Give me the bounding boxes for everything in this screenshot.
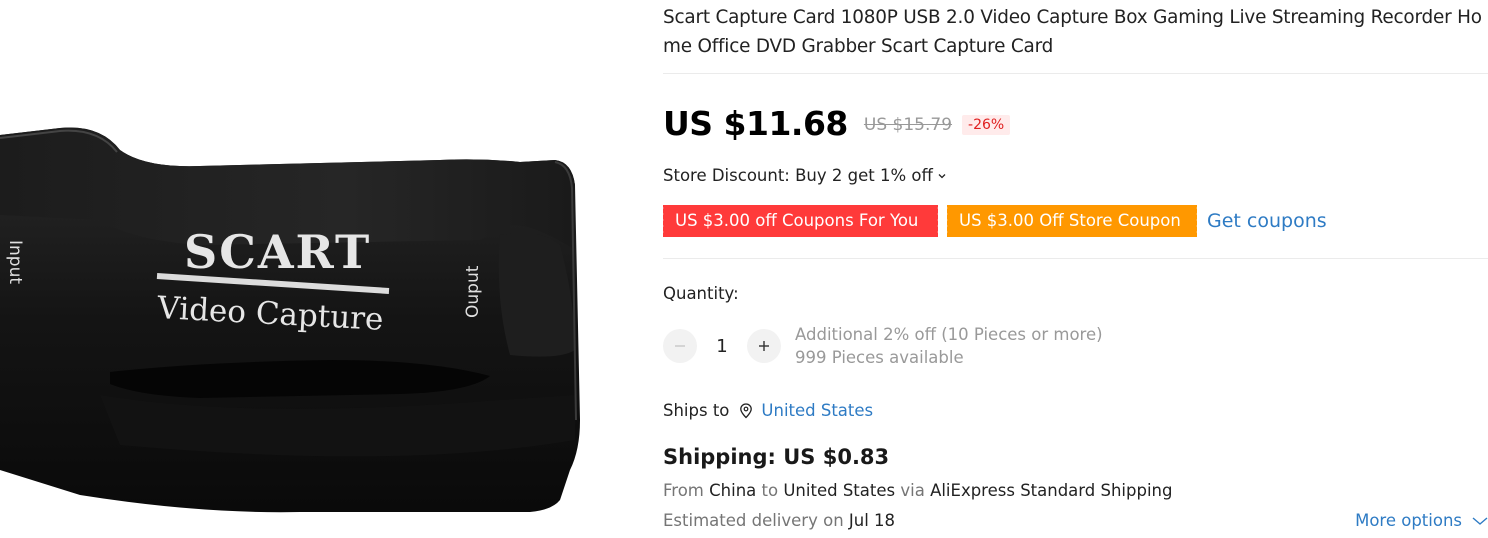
more-options-chevron-icon (1472, 516, 1488, 525)
product-image[interactable]: SCART Video Capture Input Ouput (0, 0, 640, 538)
divider (663, 258, 1488, 259)
store-discount-dropdown[interactable]: Store Discount: Buy 2 get 1% off (663, 166, 947, 185)
more-options-button[interactable]: More options (1355, 511, 1488, 530)
product-info-panel: Scart Capture Card 1080P USB 2.0 Video C… (661, 0, 1488, 538)
coupon-store[interactable]: US $3.00 Off Store Coupon (945, 204, 1197, 237)
discount-badge: -26% (962, 115, 1011, 135)
to-label: to (761, 481, 779, 500)
coupon-row: US $3.00 off Coupons For You US $3.00 Of… (661, 204, 1327, 237)
chevron-down-icon (938, 173, 946, 178)
quantity-stepper: 1 Additional 2% off (10 Pieces or more) … (663, 325, 1103, 367)
shipping-route: From China to United States via AliExpre… (663, 481, 1172, 500)
store-discount-text: Store Discount: Buy 2 get 1% off (663, 166, 933, 185)
ship-to-country: United States (783, 481, 896, 500)
device-brand-text: SCART (184, 225, 371, 279)
quantity-value[interactable]: 1 (697, 336, 747, 357)
estimated-delivery: Estimated delivery on Jul 18 (663, 511, 895, 530)
product-title: Scart Capture Card 1080P USB 2.0 Video C… (663, 7, 1482, 57)
price-row: US $11.68 US $15.79 -26% (663, 100, 1011, 146)
scart-capture-device-illustration: SCART Video Capture Input Ouput (0, 127, 580, 513)
shipping-method: AliExpress Standard Shipping (930, 481, 1173, 500)
original-price: US $15.79 (863, 115, 953, 135)
current-price: US $11.68 (663, 103, 848, 143)
ships-to-label: Ships to (663, 401, 730, 420)
minus-icon (675, 345, 685, 347)
more-options-label: More options (1355, 511, 1462, 530)
via-label: via (900, 481, 925, 500)
coupon-red[interactable]: US $3.00 off Coupons For You (661, 204, 938, 237)
divider (663, 73, 1488, 74)
quantity-info: Additional 2% off (10 Pieces or more) 99… (795, 323, 1103, 369)
get-coupons-link[interactable]: Get coupons (1207, 210, 1327, 232)
from-label: From (663, 481, 704, 500)
increase-quantity-button[interactable] (747, 329, 781, 363)
delivery-date: Jul 18 (848, 511, 896, 530)
ships-to-row: Ships to United States (663, 401, 873, 420)
plus-icon (759, 341, 769, 351)
ships-to-country-link[interactable]: United States (761, 401, 873, 420)
delivery-label: Estimated delivery on (663, 511, 844, 530)
shipping-price: Shipping: US $0.83 (663, 445, 890, 469)
device-output-label: Ouput (463, 265, 483, 318)
quantity-label: Quantity: (663, 284, 739, 303)
decrease-quantity-button[interactable] (663, 329, 697, 363)
stock-available-text: 999 Pieces available (795, 348, 964, 367)
device-input-label: Input (5, 240, 25, 284)
ship-from-country: China (709, 481, 757, 500)
location-pin-icon (740, 402, 753, 418)
bulk-discount-text: Additional 2% off (10 Pieces or more) (795, 325, 1103, 344)
